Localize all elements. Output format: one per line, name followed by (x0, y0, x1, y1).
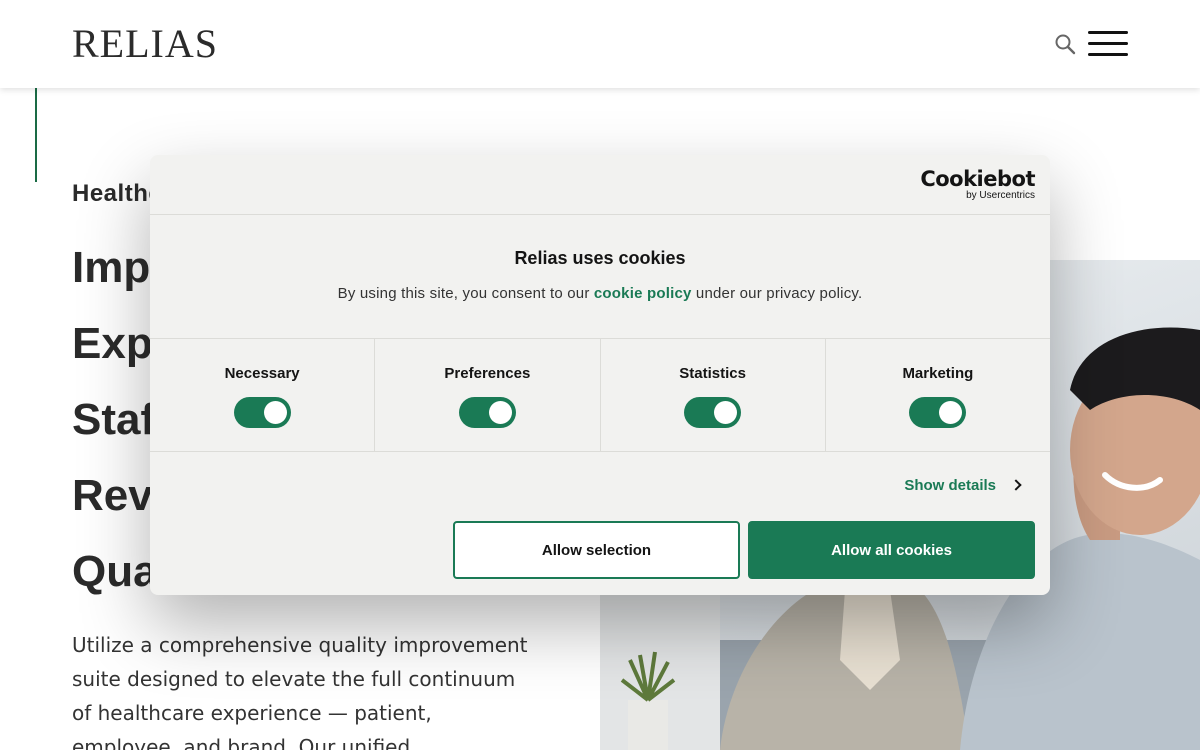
allow-selection-button[interactable]: Allow selection (453, 521, 740, 579)
toggle-necessary-col: Necessary (150, 339, 376, 451)
toggle-knob (488, 401, 512, 424)
cookie-text-before: By using this site, you consent to our (337, 285, 594, 302)
statistics-toggle[interactable] (684, 397, 742, 428)
search-icon[interactable] (1054, 33, 1076, 55)
toggle-knob (939, 401, 963, 424)
cookie-dialog-text: By using this site, you consent to our c… (150, 285, 1050, 302)
marketing-toggle[interactable] (909, 397, 967, 428)
toggle-label: Marketing (902, 365, 974, 382)
toggle-label: Statistics (679, 365, 746, 382)
cookie-dialog-header: Cookiebot by Usercentrics (150, 155, 1050, 215)
hero-eyebrow: Healthc (72, 180, 163, 207)
toggle-knob (714, 401, 738, 424)
toggle-statistics-col: Statistics (601, 339, 826, 451)
cookie-dialog-title: Relias uses cookies (514, 248, 686, 268)
chevron-right-icon (1010, 479, 1022, 491)
cookie-dialog-body: Relias uses cookies By using this site, … (150, 215, 1050, 339)
toggle-knob (263, 401, 287, 424)
cookiebot-name: Cookiebot (920, 167, 1035, 191)
show-details-label: Show details (904, 477, 996, 494)
show-details-link[interactable]: Show details (904, 477, 1022, 494)
hamburger-menu-icon[interactable] (1088, 31, 1128, 57)
toggle-label: Necessary (224, 365, 300, 382)
cookie-dialog-footer: Show details Allow selection Allow all c… (150, 452, 1050, 594)
preferences-toggle[interactable] (458, 397, 516, 428)
site-header: RELIAS (0, 0, 1200, 88)
cookiebot-logo[interactable]: Cookiebot by Usercentrics (920, 167, 1035, 201)
cookiebot-subtitle: by Usercentrics (966, 190, 1035, 201)
logo-text: RELIAS (72, 21, 218, 66)
toggle-preferences-col: Preferences (375, 339, 601, 451)
necessary-toggle[interactable] (233, 397, 291, 428)
cookie-policy-link[interactable]: cookie policy (594, 285, 692, 302)
allow-all-cookies-button[interactable]: Allow all cookies (748, 521, 1035, 579)
toggle-marketing-col: Marketing (826, 339, 1050, 451)
toggle-label: Preferences (444, 365, 531, 382)
hero-paragraph: Utilize a comprehensive quality improvem… (72, 633, 528, 750)
accent-line (35, 88, 37, 182)
cookie-category-toggles: Necessary Preferences Statistics Marketi… (150, 339, 1050, 452)
cookie-text-after: under our privacy policy. (691, 285, 863, 302)
relias-logo[interactable]: RELIAS (72, 22, 232, 66)
cookie-consent-dialog: Cookiebot by Usercentrics Relias uses co… (150, 155, 1050, 595)
